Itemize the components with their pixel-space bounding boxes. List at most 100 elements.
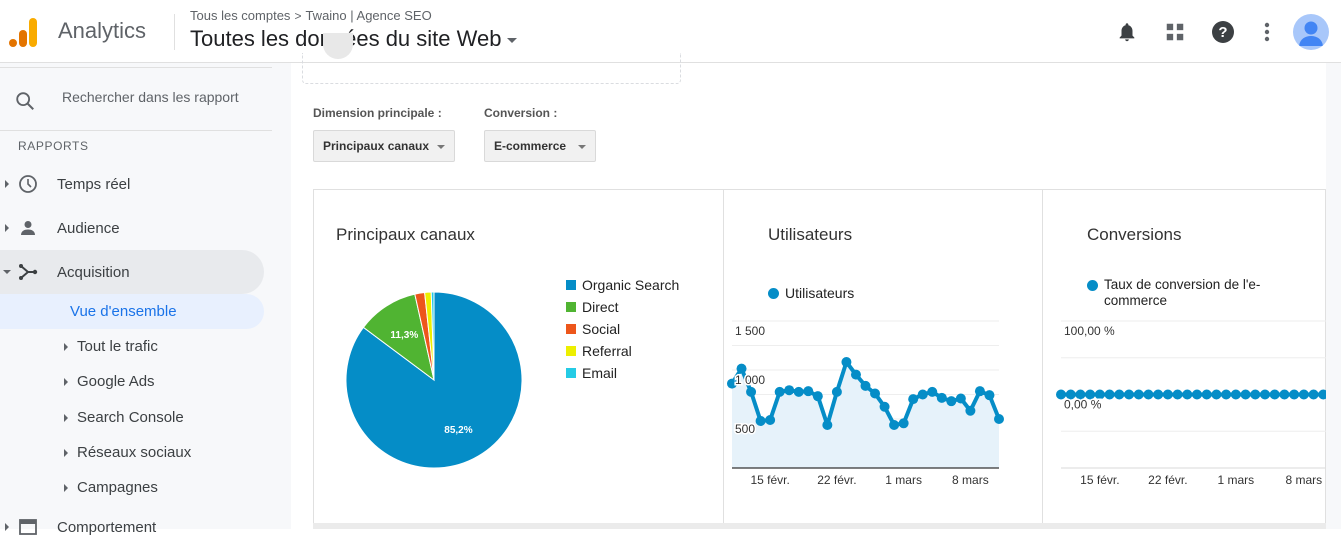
sidebar-subitem-label: Tout le trafic xyxy=(77,338,158,355)
app-name: Analytics xyxy=(58,18,147,43)
breadcrumb-separator-icon: > xyxy=(294,8,302,23)
legend-dot-icon xyxy=(1087,280,1098,291)
data-point xyxy=(965,405,976,416)
data-point xyxy=(1221,389,1232,400)
sidebar-item-acquisition[interactable]: Acquisition xyxy=(0,250,264,294)
data-point xyxy=(917,389,928,400)
notifications-button[interactable] xyxy=(1103,12,1151,52)
legend-swatch-icon xyxy=(566,368,576,378)
x-tick-label: 15 févr. xyxy=(1080,473,1119,487)
dimension-label: Dimension principale : xyxy=(313,106,442,120)
data-point xyxy=(1250,389,1261,400)
data-point xyxy=(1114,389,1125,400)
more-options-button[interactable] xyxy=(1247,12,1287,52)
clock-icon xyxy=(19,175,37,193)
data-point xyxy=(1143,389,1154,400)
sidebar-subitem-overview[interactable]: Vue d'ensemble xyxy=(0,294,264,329)
breadcrumb-account[interactable]: Tous les comptes xyxy=(190,8,290,23)
data-point xyxy=(946,396,957,407)
sidebar-subitem-campaigns[interactable]: Campagnes xyxy=(0,470,264,505)
channels-panel: Principaux canaux 85,2% 11,3% Organic Sea… xyxy=(314,190,723,524)
dimension-value: Principaux canaux xyxy=(323,139,430,153)
legend-item[interactable]: Email xyxy=(566,365,617,381)
sidebar-item-label: Audience xyxy=(57,219,120,237)
legend-item[interactable]: Referral xyxy=(566,343,632,359)
apps-button[interactable] xyxy=(1151,12,1199,52)
search-icon xyxy=(16,92,34,110)
data-point xyxy=(994,414,1004,424)
sidebar-item-label: Temps réel xyxy=(57,175,131,193)
breadcrumb[interactable]: Tous les comptes > Twaino | Agence SEO xyxy=(190,8,432,23)
data-point xyxy=(774,386,785,397)
sidebar-subitem-search-console[interactable]: Search Console xyxy=(0,400,264,435)
data-point xyxy=(1133,389,1144,400)
expand-arrow-icon xyxy=(64,483,68,492)
sidebar-subitem-social[interactable]: Réseaux sociaux xyxy=(0,435,264,470)
data-point xyxy=(765,414,776,425)
bell-icon xyxy=(1119,23,1135,42)
conversion-dropdown[interactable]: E-commerce xyxy=(484,130,596,162)
expand-arrow-icon xyxy=(5,180,9,188)
data-point xyxy=(1192,389,1202,400)
legend-item[interactable]: Social xyxy=(566,321,620,337)
x-tick-label: 22 févr. xyxy=(1148,473,1187,487)
conversions-legend[interactable]: Taux de conversion de l'e-commerce xyxy=(1087,277,1287,309)
breadcrumb-property[interactable]: Twaino | Agence SEO xyxy=(305,8,431,23)
legend-item[interactable]: Direct xyxy=(566,299,619,315)
top-placeholder-card xyxy=(302,33,681,84)
legend-label: Referral xyxy=(582,343,632,359)
data-point xyxy=(831,386,842,397)
sidebar-item-audience[interactable]: Audience xyxy=(0,206,264,250)
data-point xyxy=(803,386,814,397)
chevron-down-icon xyxy=(507,38,518,43)
data-point xyxy=(784,385,795,396)
data-point xyxy=(755,415,766,426)
pie-data-label: 85,2% xyxy=(444,425,472,436)
data-point xyxy=(1298,389,1309,400)
more-vert-icon xyxy=(1264,22,1270,42)
panel-bottom-bar xyxy=(313,523,1326,529)
data-point xyxy=(1182,389,1193,400)
sidebar-subitem-all-traffic[interactable]: Tout le trafic xyxy=(0,329,264,364)
data-point xyxy=(1269,389,1280,400)
users-line-chart: 500 1 000 1 500 15 févr. 22 févr. 1 mars 8 mar… xyxy=(727,320,1004,487)
dimension-dropdown[interactable]: Principaux canaux xyxy=(313,130,455,162)
data-point xyxy=(812,391,823,402)
sidebar-item-behavior[interactable]: Comportement xyxy=(0,505,264,549)
data-point xyxy=(936,392,947,403)
sidebar-subitem-google-ads[interactable]: Google Ads xyxy=(0,364,264,399)
users-legend[interactable]: Utilisateurs xyxy=(768,285,854,301)
users-title: Utilisateurs xyxy=(768,225,853,244)
y-tick-label: 0,00 % xyxy=(1064,398,1102,412)
vertical-scrollbar[interactable] xyxy=(1326,63,1341,529)
data-point xyxy=(746,386,757,397)
conversion-label: Conversion : xyxy=(484,106,558,120)
chevron-down-icon xyxy=(578,145,586,149)
x-tick-label: 1 mars xyxy=(1218,473,1255,487)
conversions-title: Conversions xyxy=(1087,225,1182,244)
person-icon xyxy=(21,221,35,235)
sidebar-item-realtime[interactable]: Temps réel xyxy=(0,162,264,206)
data-point xyxy=(984,390,995,401)
expand-arrow-icon xyxy=(5,523,9,531)
help-button[interactable]: ? xyxy=(1199,12,1247,52)
x-tick-label: 22 févr. xyxy=(817,473,856,487)
conversions-line-chart: 0,00 % 100,00 % 15 févr. 22 févr. 1 mars 8 ma… xyxy=(1056,320,1327,487)
legend-swatch-icon xyxy=(566,346,576,356)
report-search-input[interactable] xyxy=(62,89,262,105)
legend-item[interactable]: Organic Search xyxy=(566,277,679,293)
legend-swatch-icon xyxy=(566,280,576,290)
expand-arrow-icon xyxy=(64,413,68,422)
report-search[interactable] xyxy=(0,67,272,131)
channels-title: Principaux canaux xyxy=(336,225,475,244)
y-tick-label: 1 000 xyxy=(735,373,765,387)
account-avatar[interactable] xyxy=(1293,14,1329,50)
help-icon: ? xyxy=(1212,21,1234,43)
legend-label: Email xyxy=(582,365,618,381)
data-point xyxy=(870,388,881,399)
expand-arrow-icon xyxy=(64,448,68,457)
view-selector[interactable]: Toutes les données du site Web xyxy=(190,26,518,52)
analytics-logo-icon xyxy=(9,18,37,47)
y-tick-label: 1 500 xyxy=(735,324,765,338)
data-point xyxy=(1260,389,1270,400)
